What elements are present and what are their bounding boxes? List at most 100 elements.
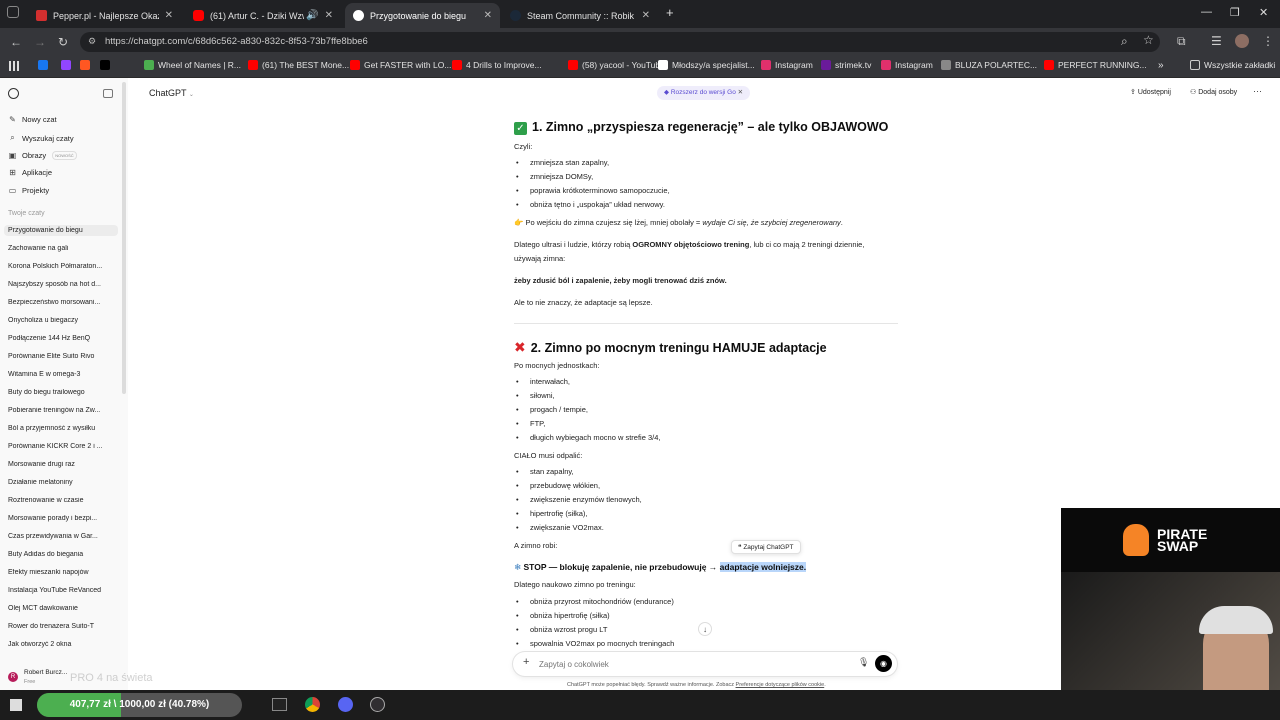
tab-chatgpt[interactable]: Przygotowanie do biegu ✕	[345, 3, 500, 28]
voice-mode-button[interactable]: ◉	[875, 655, 892, 672]
obs-icon[interactable]	[370, 697, 385, 712]
user-avatar[interactable]: R	[8, 672, 18, 682]
projects-button[interactable]: ▭ Projekty	[8, 186, 49, 195]
minimize-icon[interactable]: —	[1201, 6, 1212, 18]
scroll-down-button[interactable]: ↓	[698, 622, 712, 636]
sidebar-chat-item[interactable]: Czas przewidywania w Gar...	[8, 533, 118, 540]
bookmark-item[interactable]: Wheel of Names | R...	[144, 60, 241, 70]
sidebar-chat-item[interactable]: Porównanie KICKR Core 2 i ...	[8, 443, 118, 450]
sidebar-chat-item[interactable]: Rower do trenażera Suito-T	[8, 623, 118, 630]
close-window-icon[interactable]: ✕	[1259, 6, 1268, 19]
cookie-preferences-link[interactable]: Preferencje dotyczące plików cookie	[736, 682, 825, 688]
chatgpt-logo-icon[interactable]	[8, 88, 19, 99]
close-tab-icon[interactable]: ✕	[642, 10, 650, 21]
search-chats-button[interactable]: ⌕ Wyszukaj czaty	[8, 133, 73, 143]
terminal-icon[interactable]	[272, 698, 287, 711]
audio-icon[interactable]: 🔊	[306, 10, 318, 21]
sidebar-chat-item[interactable]: Pobieranie treningów na Zw...	[8, 407, 118, 414]
sidebar-chat-item[interactable]: Zachowanie na gali	[8, 245, 118, 252]
new-chat-button[interactable]: ✎ Nowy czat	[8, 115, 56, 124]
sidebar-chat-item[interactable]: Roztrenowanie w czasie	[8, 497, 118, 504]
images-button[interactable]: ▣ Obrazy NOWOŚĆ	[8, 151, 77, 160]
sidebar-chat-item[interactable]: Morsowanie porady i bezpi...	[8, 515, 118, 522]
add-attachment-icon[interactable]: +	[523, 656, 529, 668]
address-bar[interactable]: ⚙ https://chatgpt.com/c/68d6c562-a830-83…	[80, 32, 1160, 52]
tab-pepper[interactable]: Pepper.pl - Najlepsze Okazje, R ✕	[28, 3, 181, 28]
discord-icon[interactable]	[338, 697, 353, 712]
bookmark-item[interactable]	[100, 60, 114, 70]
share-button[interactable]: ⇪ Udostępnij	[1130, 88, 1171, 96]
all-bookmarks[interactable]: Wszystkie zakładki	[1190, 60, 1275, 70]
add-people-button[interactable]: ⚇ Dodaj osoby	[1190, 88, 1237, 96]
sidebar-chat-item[interactable]: Jak otworzyć 2 okna	[8, 641, 118, 648]
s1-bold: żeby zdusić ból i zapalenie, żeby mogli …	[514, 276, 727, 285]
reading-list-icon[interactable]: ☰	[1211, 34, 1222, 48]
sidebar-chat-item[interactable]: Witamina E w omega-3	[8, 371, 118, 378]
sidebar-chat-item[interactable]: Morsowanie drugi raz	[8, 461, 118, 468]
site-info-icon[interactable]: ⚙	[88, 36, 96, 47]
close-tab-icon[interactable]: ✕	[165, 10, 173, 21]
bookmark-item[interactable]	[38, 60, 52, 70]
extensions-icon[interactable]: ⧉	[1177, 34, 1186, 49]
close-tab-icon[interactable]: ✕	[325, 10, 333, 21]
sidebar-chat-item[interactable]: Olej MCT dawkowanie	[8, 605, 118, 612]
profile-avatar[interactable]	[1235, 34, 1249, 48]
list-item: obniża wzrost progu LT	[516, 625, 607, 634]
sidebar-chat-item[interactable]: Działanie melatoniny	[8, 479, 118, 486]
tab-search-icon[interactable]	[7, 6, 19, 18]
composer[interactable]: + 🎙 ◉	[513, 652, 897, 676]
more-menu-icon[interactable]: ⋮	[1262, 34, 1274, 48]
prompt-input[interactable]	[539, 656, 839, 672]
bookmark-item[interactable]: (61) The BEST Mone...	[248, 60, 349, 70]
bookmark-item[interactable]	[61, 60, 75, 70]
apps-grid-icon[interactable]	[9, 61, 19, 71]
selected-text: adaptacje wolniejsze.	[719, 562, 807, 572]
tab-steam[interactable]: Steam Community :: Robik :: Ite ✕	[502, 3, 658, 28]
zoom-icon[interactable]: ⌕	[1121, 34, 1128, 49]
more-bookmarks-icon[interactable]: »	[1158, 60, 1164, 71]
new-tab-icon[interactable]: +	[666, 5, 674, 20]
sidebar-chat-item[interactable]: Podłączenie 144 Hz BenQ	[8, 335, 118, 342]
bookmark-item[interactable]: PERFECT RUNNING...	[1044, 60, 1147, 70]
upgrade-pill[interactable]: ◆ Rozszerz do wersji Go ✕	[657, 86, 751, 100]
close-pill-icon[interactable]: ✕	[738, 89, 743, 96]
apps-button[interactable]: ⊞ Aplikacje	[8, 168, 52, 177]
bookmark-item[interactable]: BLUZA POLARTEC...	[941, 60, 1037, 70]
bookmark-item[interactable]: Młodszy/a specjalist...	[658, 60, 755, 70]
sidebar-chat-item[interactable]: Ból a przyjemność z wysiłku	[8, 425, 118, 432]
forward-icon[interactable]: →	[34, 35, 46, 49]
sidebar-chat-item[interactable]: Buty do biegu trailowego	[8, 389, 118, 396]
reload-icon[interactable]: ↻	[58, 35, 68, 49]
bookmark-item[interactable]: Instagram	[761, 60, 813, 70]
sidebar-chat-item[interactable]: Przygotowanie do biegu	[4, 225, 118, 236]
chat-options-icon[interactable]: ···	[1253, 86, 1262, 96]
bookmark-item[interactable]: (58) yacool - YouTube	[568, 60, 665, 70]
s2-stop: ❄ STOP — blokuję zapalenie, nie przebudo…	[514, 562, 807, 572]
bookmark-item[interactable]: Instagram	[881, 60, 933, 70]
tab-youtube[interactable]: (61) Artur C. - Dziki Wzwód 🔊 ✕	[185, 3, 341, 28]
close-tab-icon[interactable]: ✕	[484, 10, 492, 21]
bookmark-item[interactable]: 4 Drills to Improve...	[452, 60, 542, 70]
sidebar-chat-item[interactable]: Efekty mieszanki napojów	[8, 569, 118, 576]
back-icon[interactable]: ←	[10, 35, 22, 49]
maximize-icon[interactable]: ❐	[1230, 6, 1240, 19]
sidebar-chat-item[interactable]: Onycholiza u biegaczy	[8, 317, 118, 324]
sidebar-chat-item[interactable]: Buty Adidas do biegania	[8, 551, 118, 558]
bookmark-item[interactable]	[80, 60, 94, 70]
bookmark-item[interactable]: Get FASTER with LO...	[350, 60, 451, 70]
windows-start-icon[interactable]	[10, 699, 22, 711]
sidebar-chat-item[interactable]: Instalacja YouTube ReVanced	[8, 587, 118, 594]
sidebar-scrollbar[interactable]	[122, 82, 126, 394]
sidebar-chat-item[interactable]: Korona Polskich Półmaraton...	[8, 263, 118, 270]
bookmark-star-icon[interactable]: ☆	[1143, 33, 1154, 47]
model-selector[interactable]: ChatGPT ⌄	[149, 88, 194, 98]
chrome-icon[interactable]	[305, 697, 320, 712]
bookmark-item[interactable]: strimek.tv	[821, 60, 871, 70]
sidebar-chat-item[interactable]: Bezpieczeństwo morsowani...	[8, 299, 118, 306]
bookmark-favicon-icon	[881, 60, 891, 70]
ask-chatgpt-tooltip[interactable]: ❝ Zapytaj ChatGPT	[731, 540, 801, 554]
sidebar-chat-item[interactable]: Porównanie Elite Suito Rivo	[8, 353, 118, 360]
sidebar-chat-item[interactable]: Najszybszy sposób na hot d...	[8, 281, 118, 288]
close-sidebar-icon[interactable]	[103, 89, 113, 98]
microphone-icon[interactable]: 🎙	[858, 657, 869, 668]
